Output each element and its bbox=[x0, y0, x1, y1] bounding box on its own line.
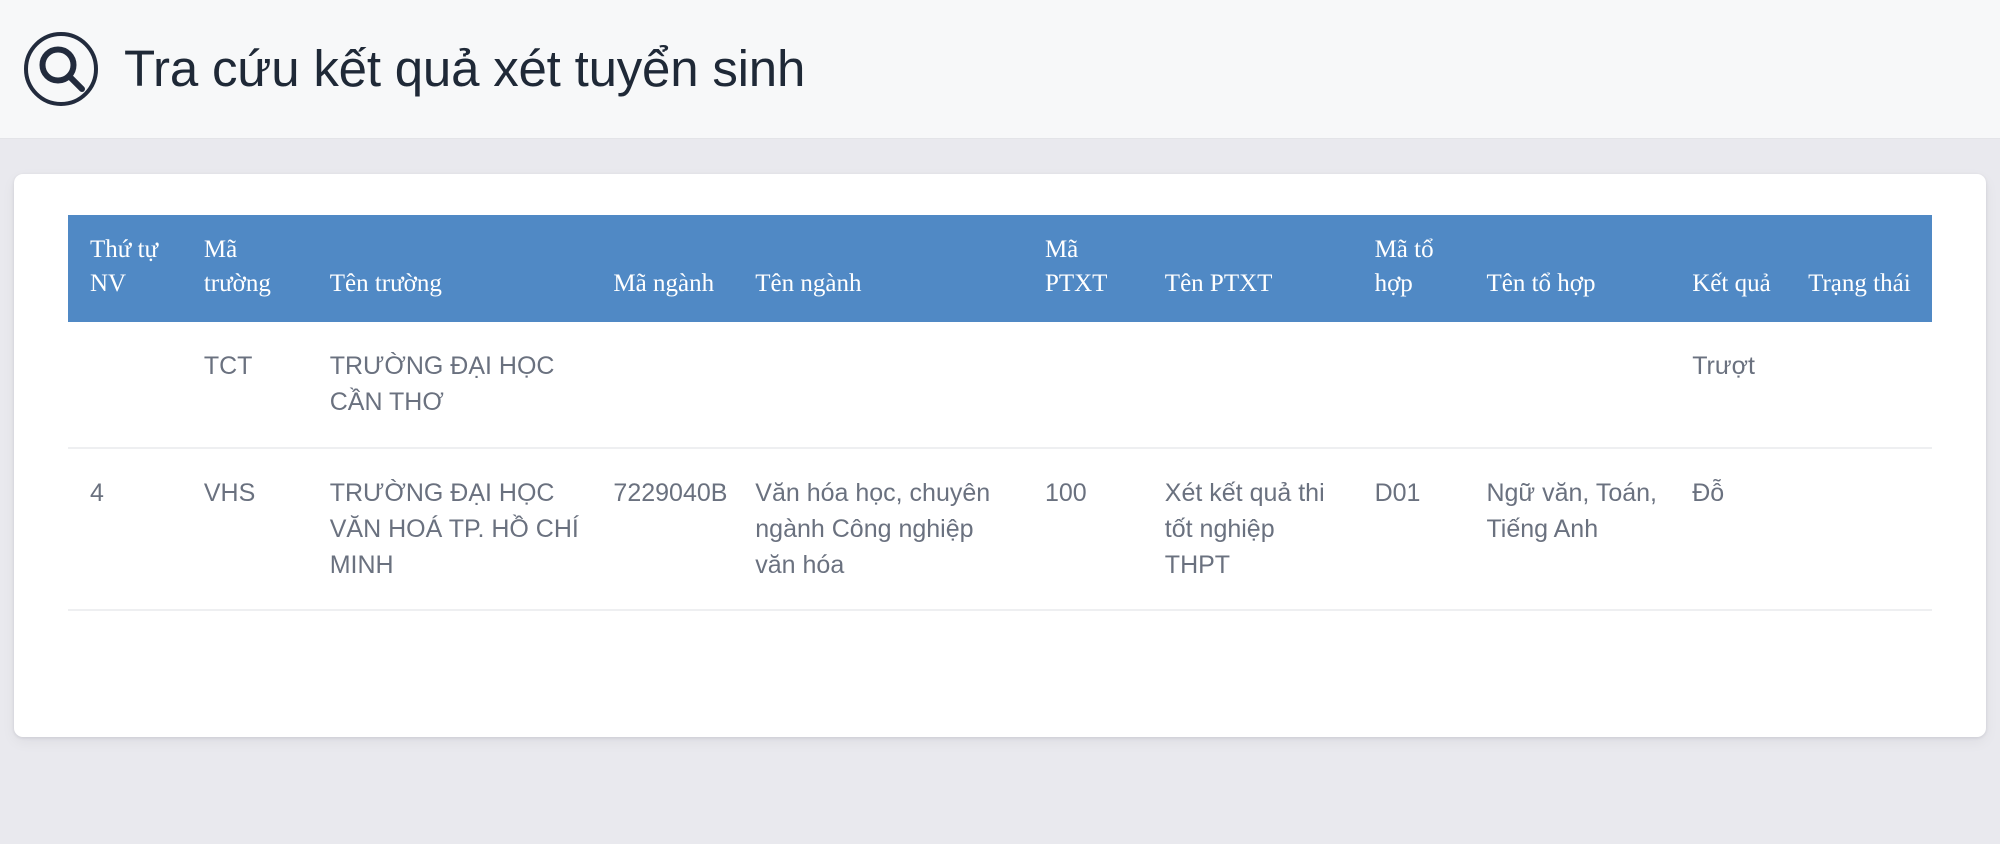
cell-ten-nganh bbox=[739, 322, 1029, 448]
table-header: Thứ tự NV Mã trường Tên trường Mã ngành … bbox=[68, 215, 1932, 322]
cell-ma-truong: VHS bbox=[188, 448, 314, 611]
table-row[interactable]: TCT TRƯỜNG ĐẠI HỌC CẦN THƠ Trượt bbox=[68, 322, 1932, 448]
table-header-row: Thứ tự NV Mã trường Tên trường Mã ngành … bbox=[68, 215, 1932, 322]
results-card: Thứ tự NV Mã trường Tên trường Mã ngành … bbox=[14, 174, 1986, 737]
search-icon bbox=[18, 26, 104, 112]
cell-ma-nganh bbox=[597, 322, 739, 448]
page-body: Thứ tự NV Mã trường Tên trường Mã ngành … bbox=[0, 139, 2000, 844]
column-header-ten-nganh[interactable]: Tên ngành bbox=[739, 215, 1029, 322]
cell-ten-truong: TRƯỜNG ĐẠI HỌC VĂN HOÁ TP. HỒ CHÍ MINH bbox=[314, 448, 598, 611]
cell-thu-tu-nv: 4 bbox=[68, 448, 188, 611]
cell-ma-truong: TCT bbox=[188, 322, 314, 448]
cell-ten-ptxt: Xét kết quả thi tốt nghiệp THPT bbox=[1149, 448, 1359, 611]
table-body: TCT TRƯỜNG ĐẠI HỌC CẦN THƠ Trượt 4 VHS T… bbox=[68, 322, 1932, 610]
column-header-trang-thai[interactable]: Trạng thái bbox=[1792, 215, 1932, 322]
cell-ten-to-hop: Ngữ văn, Toán, Tiếng Anh bbox=[1470, 448, 1676, 611]
cell-trang-thai bbox=[1792, 322, 1932, 448]
cell-ma-to-hop: D01 bbox=[1359, 448, 1471, 611]
page-title: Tra cứu kết quả xét tuyển sinh bbox=[124, 41, 805, 97]
column-header-ten-truong[interactable]: Tên trường bbox=[314, 215, 598, 322]
column-header-ket-qua[interactable]: Kết quả bbox=[1676, 215, 1792, 322]
cell-ten-nganh: Văn hóa học, chuyên ngành Công nghiệp vă… bbox=[739, 448, 1029, 611]
column-header-thu-tu-nv[interactable]: Thứ tự NV bbox=[68, 215, 188, 322]
cell-ma-nganh: 7229040B bbox=[597, 448, 739, 611]
app-header: Tra cứu kết quả xét tuyển sinh bbox=[0, 0, 2000, 139]
column-header-ten-to-hop[interactable]: Tên tổ hợp bbox=[1470, 215, 1676, 322]
cell-ket-qua: Đỗ bbox=[1676, 448, 1792, 611]
cell-trang-thai bbox=[1792, 448, 1932, 611]
cell-ten-to-hop bbox=[1470, 322, 1676, 448]
column-header-ma-ptxt[interactable]: Mã PTXT bbox=[1029, 215, 1149, 322]
cell-ma-ptxt: 100 bbox=[1029, 448, 1149, 611]
column-header-ma-to-hop[interactable]: Mã tổ hợp bbox=[1359, 215, 1471, 322]
cell-ten-truong: TRƯỜNG ĐẠI HỌC CẦN THƠ bbox=[314, 322, 598, 448]
column-header-ten-ptxt[interactable]: Tên PTXT bbox=[1149, 215, 1359, 322]
cell-ket-qua: Trượt bbox=[1676, 322, 1792, 448]
cell-thu-tu-nv bbox=[68, 322, 188, 448]
cell-ma-to-hop bbox=[1359, 322, 1471, 448]
admission-results-table: Thứ tự NV Mã trường Tên trường Mã ngành … bbox=[68, 215, 1932, 611]
column-header-ma-truong[interactable]: Mã trường bbox=[188, 215, 314, 322]
table-row[interactable]: 4 VHS TRƯỜNG ĐẠI HỌC VĂN HOÁ TP. HỒ CHÍ … bbox=[68, 448, 1932, 611]
cell-ten-ptxt bbox=[1149, 322, 1359, 448]
cell-ma-ptxt bbox=[1029, 322, 1149, 448]
column-header-ma-nganh[interactable]: Mã ngành bbox=[597, 215, 739, 322]
